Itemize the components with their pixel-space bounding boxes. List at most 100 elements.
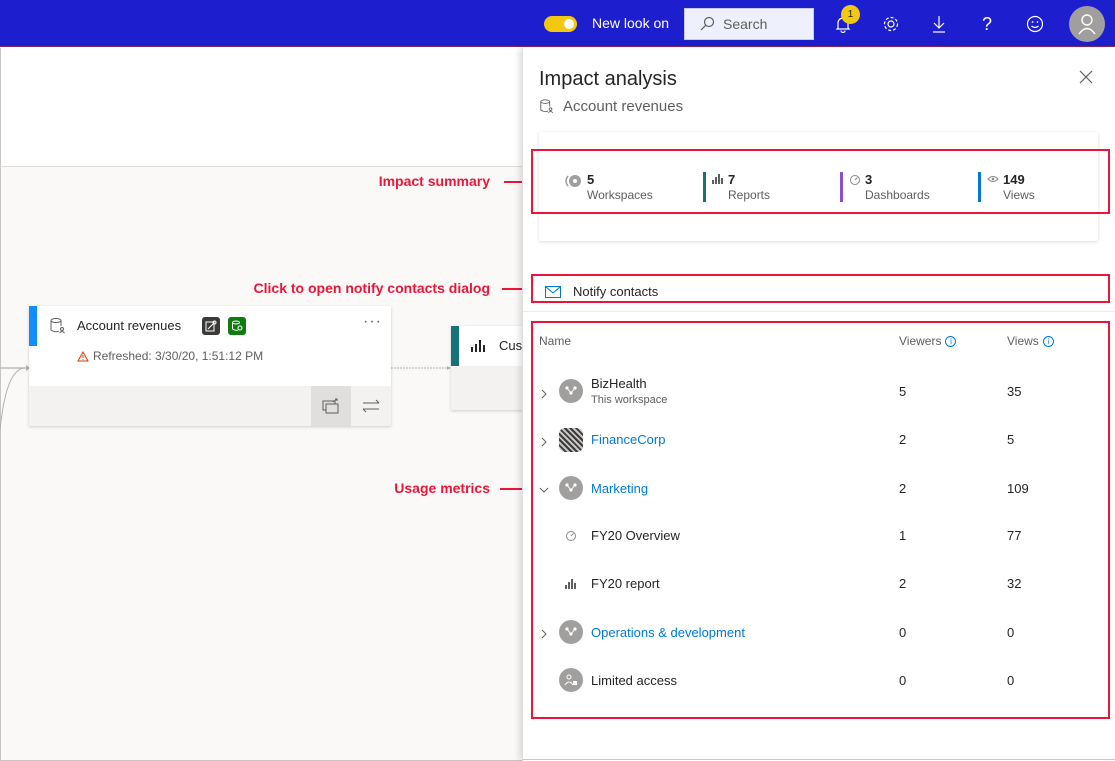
warning-icon — [77, 350, 89, 361]
lineage-button[interactable] — [351, 386, 391, 426]
settings-button[interactable] — [879, 12, 903, 36]
search-input[interactable]: Search — [684, 8, 814, 40]
report-card[interactable]: Cus — [451, 326, 531, 410]
row-views: 32 — [1007, 576, 1022, 591]
metric-color-bar — [840, 172, 843, 202]
info-icon[interactable]: i — [1042, 335, 1054, 347]
metric-dashboards: 3 Dashboards — [840, 172, 930, 202]
close-icon[interactable] — [1079, 70, 1093, 84]
dataset-title[interactable]: Account revenues — [77, 318, 181, 333]
new-look-toggle[interactable] — [544, 16, 577, 32]
panel-subtitle: Account revenues — [539, 98, 683, 115]
table-row[interactable]: Operations & development 0 0 — [523, 620, 1115, 650]
info-icon[interactable]: i — [945, 335, 957, 347]
metric-label: Views — [1003, 188, 1035, 202]
workspace-icon — [559, 379, 583, 403]
row-name: FY20 report — [591, 576, 660, 591]
table-row[interactable]: Limited access 0 0 — [523, 668, 1115, 698]
subtitle-text: Account revenues — [563, 98, 684, 115]
row-views: 109 — [1007, 481, 1029, 496]
dashboard-icon — [566, 531, 576, 541]
row-viewers: 0 — [899, 673, 907, 688]
lineage-canvas — [0, 167, 522, 761]
metric-value: 3 — [865, 172, 873, 187]
metric-value: 5 — [587, 172, 595, 187]
column-header-views[interactable]: Views i — [1007, 334, 1054, 348]
metric-label: Workspaces — [587, 188, 653, 202]
row-viewers: 2 — [899, 481, 907, 496]
report-title: Cus — [499, 338, 523, 353]
sensitivity-badge — [228, 317, 246, 335]
column-header-viewers[interactable]: Viewers i — [899, 334, 957, 348]
limited-access-icon — [559, 668, 583, 692]
workspace-image — [559, 428, 583, 452]
top-bar: New look on Search 1 ? — [0, 0, 1115, 47]
dataset-icon — [540, 99, 554, 114]
panel-bottom-border — [523, 759, 1115, 760]
chevron-right-icon[interactable] — [539, 437, 549, 447]
search-icon — [700, 16, 715, 31]
metric-reports: 7 Reports — [703, 172, 770, 202]
smiley-icon — [1026, 15, 1044, 33]
card-footer — [29, 386, 391, 426]
row-name-link[interactable]: Operations & development — [591, 625, 745, 640]
metric-label: Reports — [728, 188, 771, 202]
chevron-right-icon[interactable] — [539, 389, 549, 399]
row-name-link[interactable]: Marketing — [591, 481, 648, 496]
row-viewers: 0 — [899, 625, 907, 640]
annotation-notify: Click to open notify contacts dialog — [253, 280, 490, 296]
feedback-button[interactable] — [1023, 12, 1047, 36]
annotation-impact-summary: Impact summary — [378, 173, 490, 189]
show-impact-button[interactable] — [311, 386, 351, 426]
metric-label: Dashboards — [865, 188, 930, 202]
row-viewers: 1 — [899, 528, 907, 543]
help-icon: ? — [981, 13, 992, 34]
more-options-button[interactable]: ··· — [363, 313, 382, 331]
metric-color-bar — [703, 172, 706, 202]
row-name-link[interactable]: FinanceCorp — [591, 432, 665, 447]
row-name: Limited access — [591, 673, 677, 688]
table-row[interactable]: Marketing 2 109 — [523, 476, 1115, 506]
metric-color-bar — [978, 172, 981, 202]
help-button[interactable]: ? — [975, 12, 999, 36]
report-icon — [471, 340, 485, 352]
connector-curve — [0, 367, 25, 431]
endorsement-badge — [202, 317, 220, 335]
row-views: 5 — [1007, 432, 1015, 447]
row-views: 0 — [1007, 673, 1015, 688]
eye-icon — [987, 176, 999, 182]
new-look-label: New look on — [592, 15, 670, 31]
swap-arrows-icon — [362, 399, 380, 413]
notify-contacts-button[interactable]: Notify contacts — [545, 284, 658, 299]
metric-value: 7 — [728, 172, 736, 187]
refresh-text: Refreshed: 3/30/20, 1:51:12 PM — [93, 349, 264, 363]
row-views: 35 — [1007, 384, 1022, 399]
mail-icon — [545, 285, 561, 298]
download-button[interactable] — [927, 12, 951, 36]
impact-analysis-panel: Impact analysis Account revenues 5 Worksp… — [522, 48, 1115, 761]
certified-icon — [205, 320, 217, 332]
toggle-knob — [564, 19, 574, 29]
workspace-icon — [565, 175, 581, 187]
table-row[interactable]: FY20 report 2 32 — [523, 574, 1115, 604]
notification-badge: 1 — [841, 5, 860, 24]
table-row[interactable]: BizHealth This workspace 5 35 — [523, 376, 1115, 406]
header-label: Views — [1007, 334, 1039, 348]
header-label: Viewers — [899, 334, 942, 348]
card-stripe — [451, 326, 459, 366]
avatar[interactable] — [1069, 6, 1105, 42]
search-placeholder: Search — [723, 16, 768, 32]
row-viewers: 5 — [899, 384, 907, 399]
row-name: FY20 Overview — [591, 528, 680, 543]
row-views: 0 — [1007, 625, 1015, 640]
chevron-right-icon[interactable] — [539, 629, 549, 639]
row-viewers: 2 — [899, 576, 907, 591]
download-icon — [933, 16, 945, 33]
table-row[interactable]: FinanceCorp 2 5 — [523, 428, 1115, 458]
chevron-down-icon[interactable] — [539, 485, 549, 495]
dataset-icon — [50, 318, 65, 334]
card-footer — [451, 366, 531, 410]
column-header-name[interactable]: Name — [539, 334, 571, 348]
table-row[interactable]: FY20 Overview 1 77 — [523, 526, 1115, 556]
person-icon — [1078, 14, 1096, 35]
